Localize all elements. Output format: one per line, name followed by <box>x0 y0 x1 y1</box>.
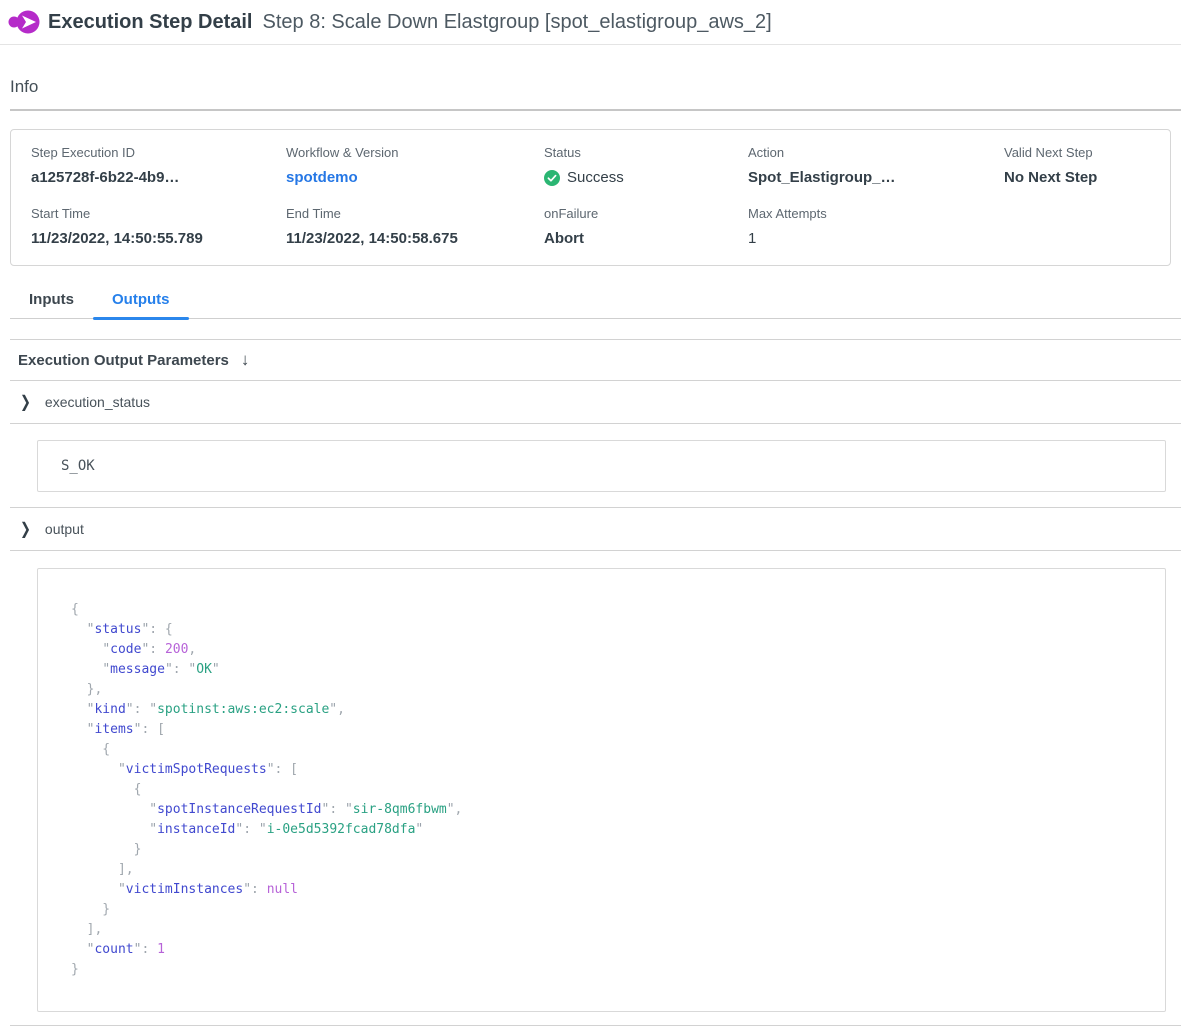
info-card: Step Execution ID a125728f-6b22-4b9… Wor… <box>10 129 1171 266</box>
field-value: Abort <box>544 230 748 247</box>
field-workflow-version: Workflow & Version spotdemo <box>286 145 544 186</box>
field-label: onFailure <box>544 206 748 221</box>
field-value: Spot_Elastigroup_… <box>748 169 1004 186</box>
info-divider <box>10 109 1181 111</box>
execution-status-value: S_OK <box>37 440 1166 492</box>
workflow-link[interactable]: spotdemo <box>286 169 544 186</box>
main-content: Info Step Execution ID a125728f-6b22-4b9… <box>0 77 1181 1026</box>
group-execution-status: ❯ execution_status S_OK <box>10 381 1181 508</box>
field-valid-next-step: Valid Next Step No Next Step <box>1004 145 1170 186</box>
field-value: 11/23/2022, 14:50:55.789 <box>31 230 286 247</box>
output-parameters-title: Execution Output Parameters <box>18 352 229 369</box>
group-name: execution_status <box>45 394 150 410</box>
field-label: Start Time <box>31 206 286 221</box>
field-label: Status <box>544 145 748 160</box>
field-start-time: Start Time 11/23/2022, 14:50:55.789 <box>31 206 286 247</box>
field-action: Action Spot_Elastigroup_… <box>748 145 1004 186</box>
output-expander[interactable]: ❯ output <box>10 508 1181 551</box>
field-value: 1 <box>748 230 1004 247</box>
field-step-execution-id: Step Execution ID a125728f-6b22-4b9… <box>31 145 286 186</box>
field-value: No Next Step <box>1004 169 1170 186</box>
field-label: Action <box>748 145 1004 160</box>
status-badge: Success <box>544 169 748 186</box>
itential-logo-icon <box>8 7 40 37</box>
page-subtitle: Step 8: Scale Down Elastgroup [spot_elas… <box>263 11 772 34</box>
chevron-right-icon: ❯ <box>20 392 31 412</box>
page-title: Execution Step Detail <box>48 11 253 34</box>
field-label: Max Attempts <box>748 206 1004 221</box>
execution-status-expander[interactable]: ❯ execution_status <box>10 381 1181 424</box>
group-output: ❯ output { "status": { "code": 200, "mes… <box>10 508 1181 1026</box>
field-label: End Time <box>286 206 544 221</box>
app-header: Execution Step Detail Step 8: Scale Down… <box>0 0 1181 45</box>
tab-inputs[interactable]: Inputs <box>10 285 93 318</box>
chevron-right-icon: ❯ <box>20 519 31 539</box>
group-name: output <box>45 521 84 537</box>
field-value: 11/23/2022, 14:50:58.675 <box>286 230 544 247</box>
field-label: Step Execution ID <box>31 145 286 160</box>
field-end-time: End Time 11/23/2022, 14:50:58.675 <box>286 206 544 247</box>
field-max-attempts: Max Attempts 1 <box>748 206 1004 247</box>
field-label: Workflow & Version <box>286 145 544 160</box>
output-parameters-header: Execution Output Parameters ↓ <box>10 339 1181 381</box>
field-label: Valid Next Step <box>1004 145 1170 160</box>
sort-down-arrow-icon[interactable]: ↓ <box>241 350 250 370</box>
status-text: Success <box>567 169 624 186</box>
field-status: Status Success <box>544 145 748 186</box>
output-json-box: { "status": { "code": 200, "message": "O… <box>37 568 1166 1012</box>
tab-outputs[interactable]: Outputs <box>93 285 189 318</box>
field-value: a125728f-6b22-4b9… <box>31 169 286 186</box>
tab-bar: Inputs Outputs <box>10 285 1181 319</box>
info-section-label: Info <box>10 77 1181 97</box>
success-check-icon <box>544 170 560 186</box>
output-json-code: { "status": { "code": 200, "message": "O… <box>71 600 1145 980</box>
field-onfailure: onFailure Abort <box>544 206 748 247</box>
